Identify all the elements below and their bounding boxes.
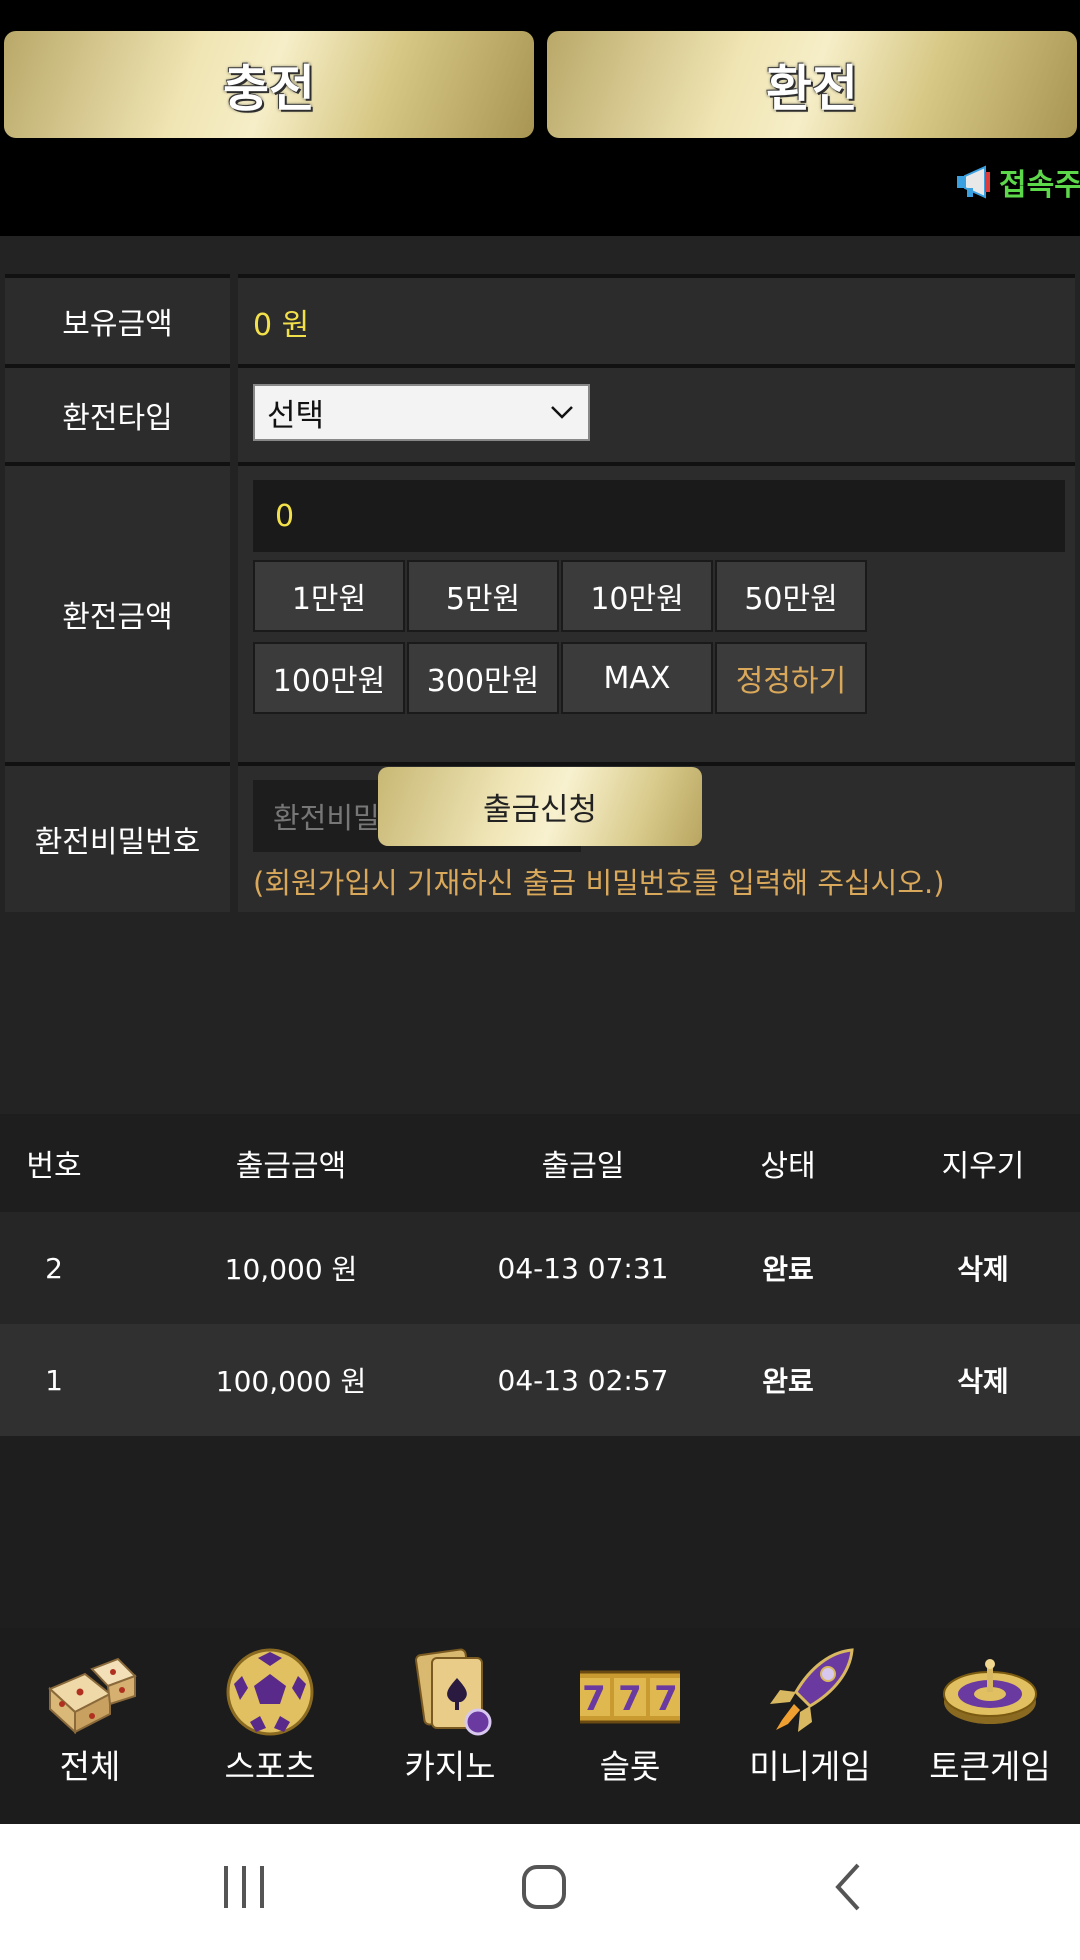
quick-amount-500k-button[interactable]: 50만원 [715, 560, 867, 632]
nav-item-all[interactable]: 전체 [0, 1628, 180, 1824]
system-nav-bar [0, 1824, 1080, 1960]
quick-amount-1m-button[interactable]: 100만원 [253, 642, 405, 714]
nav-label-minigame: 미니게임 [749, 1747, 871, 1786]
svg-text:7: 7 [582, 1679, 606, 1719]
row-number: 2 [45, 1251, 63, 1285]
delete-button[interactable]: 삭제 [908, 1212, 1058, 1324]
header-amount: 출금금액 [235, 1149, 347, 1184]
exchange-amount-row: 환전금액 0 1만원 5만원 10만원 50만원 100만원 300만원 MAX… [5, 462, 1075, 762]
row-status: 완료 [762, 1253, 814, 1286]
chevron-down-icon [551, 406, 573, 419]
home-icon[interactable] [520, 1862, 568, 1912]
nav-item-token-game[interactable]: 토큰게임 [900, 1628, 1080, 1824]
notice-text: 접속주 [999, 168, 1080, 203]
withdraw-request-button[interactable]: 출금신청 [378, 767, 702, 846]
nav-label-token-game: 토큰게임 [929, 1747, 1051, 1786]
header-date: 출금일 [541, 1149, 625, 1184]
charge-button[interactable]: 충전 [4, 31, 534, 138]
row-number: 1 [45, 1363, 63, 1397]
header-number: 번호 [26, 1149, 82, 1184]
row-amount: 100,000 원 [215, 1365, 367, 1398]
nav-label-sports: 스포츠 [224, 1747, 316, 1786]
svg-text:7: 7 [654, 1679, 678, 1719]
quick-amount-max-button[interactable]: MAX [561, 642, 713, 714]
exchange-form: 보유금액 0 원 환전타입 선택 환전금액 0 1만원 5만원 10만원 50만… [0, 236, 1080, 1114]
soccer-ball-icon [226, 1648, 314, 1736]
row-date: 04-13 02:57 [497, 1363, 669, 1397]
table-header: 번호 출금금액 출금일 상태 지우기 [0, 1114, 1080, 1212]
reset-amount-button[interactable]: 정정하기 [715, 642, 867, 714]
header-status: 상태 [760, 1149, 816, 1184]
quick-amount-50k-button[interactable]: 5만원 [407, 560, 559, 632]
row-date: 04-13 07:31 [497, 1251, 669, 1285]
dice-icon [48, 1657, 137, 1735]
back-icon[interactable] [830, 1862, 866, 1912]
delete-button[interactable]: 삭제 [908, 1324, 1058, 1436]
table-row: 1 100,000 원 04-13 02:57 완료 삭제 [0, 1324, 1080, 1436]
content-spacer [0, 1436, 1080, 1628]
balance-row: 보유금액 0 원 [5, 274, 1075, 364]
row-amount: 10,000 원 [224, 1253, 358, 1286]
nav-item-slot[interactable]: 7 7 7 슬롯 [540, 1628, 720, 1824]
notice-marquee: 접속주 [955, 160, 1080, 204]
recent-apps-icon[interactable] [222, 1862, 266, 1912]
exchange-amount-label: 환전금액 [5, 462, 230, 762]
table-row: 2 10,000 원 04-13 07:31 완료 삭제 [0, 1212, 1080, 1324]
nav-item-sports[interactable]: 스포츠 [180, 1628, 360, 1824]
rocket-icon [770, 1648, 854, 1732]
cards-icon [415, 1648, 492, 1736]
top-header: 충전 환전 접속주 [0, 0, 1080, 236]
bottom-game-nav: 전체 스포츠 카지노 7 7 7 슬롯 미니게임 토큰게임 [0, 1628, 1080, 1824]
exchange-type-row: 환전타입 선택 [5, 364, 1075, 462]
amount-input[interactable]: 0 [253, 480, 1065, 552]
quick-amount-10k-button[interactable]: 1만원 [253, 560, 405, 632]
row-status: 완료 [762, 1365, 814, 1398]
exchange-type-select[interactable]: 선택 [253, 384, 590, 441]
nav-label-all: 전체 [59, 1747, 121, 1786]
megaphone-icon [957, 165, 990, 199]
quick-amount-100k-button[interactable]: 10만원 [561, 560, 713, 632]
exchange-password-label: 환전비밀번호 [5, 762, 230, 912]
exchange-type-label: 환전타입 [5, 364, 230, 462]
password-note: (회원가입시 기재하신 출금 비밀번호를 입력해 주십시오.) [253, 866, 945, 900]
nav-label-casino: 카지노 [404, 1747, 496, 1786]
balance-label: 보유금액 [5, 274, 230, 364]
exchange-button[interactable]: 환전 [547, 31, 1077, 138]
roulette-icon [943, 1659, 1037, 1724]
withdrawal-history-table: 번호 출금금액 출금일 상태 지우기 2 10,000 원 04-13 07:3… [0, 1114, 1080, 1436]
nav-item-casino[interactable]: 카지노 [360, 1628, 540, 1824]
quick-amount-3m-button[interactable]: 300만원 [407, 642, 559, 714]
header-delete: 지우기 [941, 1149, 1025, 1184]
balance-value: 0 원 [253, 308, 310, 343]
nav-item-minigame[interactable]: 미니게임 [720, 1628, 900, 1824]
exchange-type-selected: 선택 [267, 398, 325, 434]
svg-text:7: 7 [618, 1679, 642, 1719]
slot-777-icon: 7 7 7 [580, 1670, 680, 1724]
nav-label-slot: 슬롯 [599, 1747, 661, 1786]
